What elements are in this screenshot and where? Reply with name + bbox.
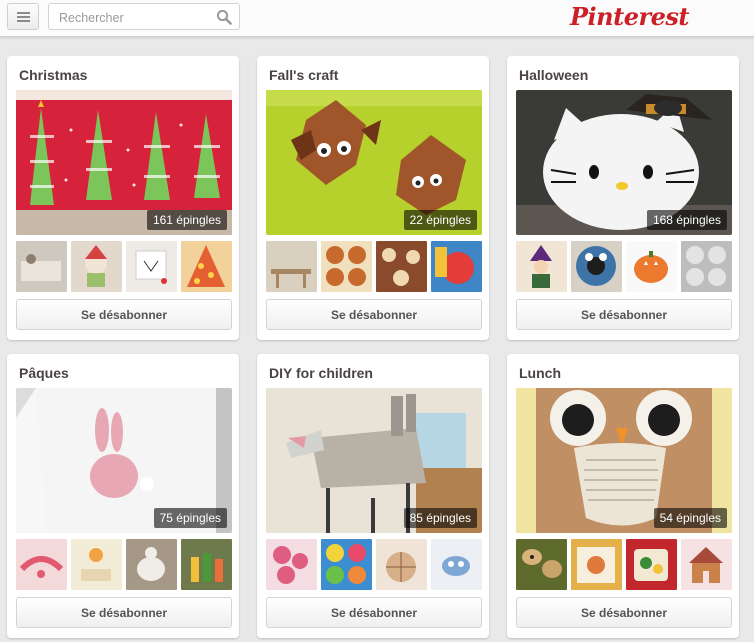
- board-title[interactable]: DIY for children: [269, 365, 373, 381]
- board-cover-image[interactable]: 22 épingles: [266, 90, 482, 235]
- board-thumbnail[interactable]: [431, 241, 482, 292]
- board-thumbnails: [266, 241, 482, 292]
- search-box[interactable]: [48, 3, 240, 30]
- board-thumbnail[interactable]: [71, 539, 122, 590]
- board-thumbnail[interactable]: [71, 241, 122, 292]
- board-thumbnails: [16, 241, 232, 292]
- unfollow-button[interactable]: Se désabonner: [16, 597, 232, 628]
- pin-count-badge: 75 épingles: [153, 508, 227, 528]
- board-card-lunch: Lunch 54 épingles Se désabonner: [507, 354, 739, 638]
- pin-count-badge: 54 épingles: [653, 508, 727, 528]
- pin-count-badge: 168 épingles: [646, 210, 727, 230]
- board-cover-image[interactable]: 161 épingles: [16, 90, 232, 235]
- board-thumbnail[interactable]: [571, 539, 622, 590]
- board-card-diy-for-children: DIY for children 85 épingles Se désabonn…: [257, 354, 489, 638]
- pin-count-badge: 22 épingles: [403, 210, 477, 230]
- board-cover-image[interactable]: 168 épingles: [516, 90, 732, 235]
- board-thumbnails: [516, 539, 732, 590]
- top-bar: Pinterest: [0, 0, 754, 37]
- board-thumbnail[interactable]: [681, 241, 732, 292]
- board-card-falls-craft: Fall's craft 22 épingles Se désabonner: [257, 56, 489, 340]
- pinterest-logo[interactable]: Pinterest: [570, 0, 689, 34]
- menu-icon-line: [17, 12, 30, 14]
- board-thumbnail[interactable]: [16, 241, 67, 292]
- board-thumbnail[interactable]: [516, 241, 567, 292]
- board-card-paques: Pâques 75 épingles Se désabonner: [7, 354, 239, 638]
- board-thumbnails: [516, 241, 732, 292]
- board-thumbnail[interactable]: [516, 539, 567, 590]
- board-thumbnails: [266, 539, 482, 590]
- unfollow-button[interactable]: Se désabonner: [516, 299, 732, 330]
- menu-button[interactable]: [7, 3, 39, 30]
- menu-icon-line: [17, 20, 30, 22]
- board-thumbnail[interactable]: [266, 241, 317, 292]
- unfollow-button[interactable]: Se désabonner: [16, 299, 232, 330]
- pin-count-badge: 85 épingles: [403, 508, 477, 528]
- board-cover-image[interactable]: 85 épingles: [266, 388, 482, 533]
- board-thumbnail[interactable]: [376, 539, 427, 590]
- board-thumbnail[interactable]: [321, 241, 372, 292]
- menu-icon-line: [17, 16, 30, 18]
- board-thumbnail[interactable]: [431, 539, 482, 590]
- board-card-halloween: Halloween 168 épingles Se désabonner: [507, 56, 739, 340]
- board-title[interactable]: Christmas: [19, 67, 87, 83]
- board-cover-image[interactable]: 54 épingles: [516, 388, 732, 533]
- board-thumbnail[interactable]: [181, 539, 232, 590]
- pin-count-badge: 161 épingles: [146, 210, 227, 230]
- board-title[interactable]: Pâques: [19, 365, 69, 381]
- board-thumbnail[interactable]: [266, 539, 317, 590]
- board-thumbnail[interactable]: [321, 539, 372, 590]
- unfollow-button[interactable]: Se désabonner: [516, 597, 732, 628]
- board-cover-image[interactable]: 75 épingles: [16, 388, 232, 533]
- board-thumbnail[interactable]: [681, 539, 732, 590]
- unfollow-button[interactable]: Se désabonner: [266, 299, 482, 330]
- board-thumbnail[interactable]: [626, 539, 677, 590]
- board-thumbnail[interactable]: [181, 241, 232, 292]
- board-thumbnail[interactable]: [376, 241, 427, 292]
- board-thumbnail[interactable]: [16, 539, 67, 590]
- board-thumbnail[interactable]: [571, 241, 622, 292]
- board-thumbnails: [16, 539, 232, 590]
- unfollow-button[interactable]: Se désabonner: [266, 597, 482, 628]
- board-thumbnail[interactable]: [126, 241, 177, 292]
- board-title[interactable]: Halloween: [519, 67, 588, 83]
- board-title[interactable]: Fall's craft: [269, 67, 338, 83]
- search-input[interactable]: [57, 8, 211, 27]
- board-thumbnail[interactable]: [626, 241, 677, 292]
- board-thumbnail[interactable]: [126, 539, 177, 590]
- board-card-christmas: Christmas 161 épingles Se désabonner: [7, 56, 239, 340]
- board-title[interactable]: Lunch: [519, 365, 561, 381]
- search-icon[interactable]: [216, 9, 232, 25]
